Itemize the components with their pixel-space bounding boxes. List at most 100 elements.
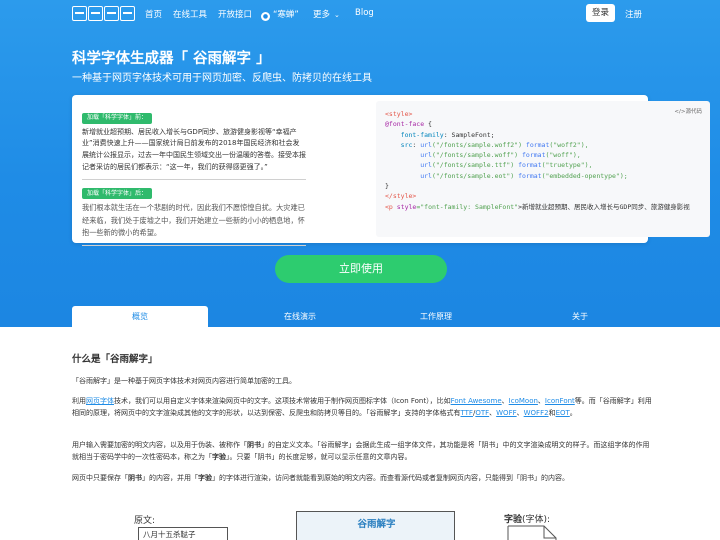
logo-glyph <box>88 6 103 21</box>
code-block: <style> @font-face { font-family: Sample… <box>385 109 690 212</box>
text: 和 <box>548 409 556 417</box>
link-web-font[interactable]: 网页字体 <box>86 397 114 405</box>
nav-online-tools-label: 在线工具 <box>173 10 208 20</box>
code-token: ("woff2"), <box>549 140 589 149</box>
code-token: format <box>518 171 542 180</box>
link-woff2[interactable]: WOFF2 <box>524 409 549 417</box>
diagram-engine-box: 谷雨解字 <box>296 511 455 540</box>
code-token: format <box>525 140 550 149</box>
text: 阴书 <box>128 474 142 482</box>
text: 用户输入需要加密的明文内容，以及用于伪装、被称作「 <box>72 441 247 449</box>
nav-home[interactable]: 首页 <box>145 8 162 20</box>
logo-glyph <box>120 6 135 21</box>
code-token: ("/fonts/sample.woff") <box>431 151 522 160</box>
code-token: src <box>385 140 413 149</box>
code-token: font-family <box>385 130 444 139</box>
code-token: format <box>522 151 546 160</box>
tab-online-demo[interactable]: 在线演示 <box>232 306 368 327</box>
link-woff[interactable]: WOFF <box>496 409 516 417</box>
text: 网页中只要保存「 <box>72 474 128 482</box>
code-token: } <box>385 182 389 191</box>
code-token: ("woff"), <box>545 151 581 160</box>
nav-online-tools[interactable]: 在线工具 <box>173 8 207 20</box>
nav-hanchan-label: “寒蝉” <box>273 10 299 20</box>
logo-glyph <box>72 6 87 21</box>
login-button[interactable]: 登录 <box>586 4 615 22</box>
usage-paragraph: 用户输入需要加密的明文内容，以及用于伪装、被称作「阴书」的自定义文本。「谷雨解字… <box>72 439 652 463</box>
demo-preview: 加载「科学字体」前： 新增就业超预期、居民收入增长与GDP同步、旅游健身影视等“… <box>82 104 364 246</box>
text: 。 <box>569 409 577 417</box>
section-tabs: 概览 在线演示 工作原理 关于 <box>72 306 648 327</box>
text: 、 <box>501 397 509 405</box>
nav-open-api-label: 开放接口 <box>218 10 253 20</box>
site-logo[interactable] <box>72 6 135 22</box>
nav-more-label: 更多 <box>313 10 331 20</box>
code-token: ("embedded-opentype"); <box>541 171 628 180</box>
after-font-tag: 加载「科学字体」后： <box>82 188 153 200</box>
link-font-awesome[interactable]: Font Awesome <box>451 397 502 405</box>
logo-glyph <box>104 6 119 21</box>
page-subtitle: 一种基于网页字体技术可用于网页加密、反爬虫、防拷贝的在线工具 <box>72 73 372 84</box>
text: 、 <box>537 397 545 405</box>
link-iconfont[interactable]: IconFont <box>545 397 575 405</box>
nav-blog-label: Blog <box>355 8 374 18</box>
principle-paragraph: 利用网页字体技术，我们可以用自定义字体来渲染网页中的文字。这项技术常被用于制作网… <box>72 395 652 419</box>
text: 、 <box>516 409 524 417</box>
link-icomoon[interactable]: IcoMoon <box>509 397 538 405</box>
code-token: ="font-family: SampleFont" <box>416 202 519 211</box>
text: 字验 <box>504 515 523 525</box>
tab-overview[interactable]: 概览 <box>72 306 208 327</box>
page-title: 科学字体生成器「 谷雨解字 」 <box>72 51 271 67</box>
plain-sample-text: 新增就业超预期、居民收入增长与GDP同步、旅游健身影视等“幸福产业”消费快速上升… <box>82 127 306 171</box>
nav-blog[interactable]: Blog <box>355 8 374 18</box>
divider <box>82 178 306 180</box>
code-token: <p <box>385 202 397 211</box>
code-token: ("/fonts/sample.eot") <box>431 171 519 180</box>
text: 利用 <box>72 397 86 405</box>
text: (字体): <box>522 515 551 525</box>
tab-about[interactable]: 关于 <box>512 306 648 327</box>
intro-paragraph: 「谷雨解字」是一种基于网页字体技术对网页内容进行简单加密的工具。 <box>72 377 296 385</box>
start-using-button[interactable]: 立即使用 <box>275 255 447 283</box>
text: 字验 <box>212 453 226 461</box>
text: 字验 <box>198 474 212 482</box>
code-token: format <box>518 161 542 170</box>
cicada-icon: ● <box>261 12 270 21</box>
code-token: ("truetype"), <box>541 161 593 170</box>
code-token: @font-face <box>385 120 425 129</box>
link-eot[interactable]: EOT <box>556 409 570 417</box>
code-token: url <box>420 151 432 160</box>
link-otf[interactable]: OTF <box>475 409 489 417</box>
top-nav: 首页 在线工具 开放接口 ● “寒蝉” 更多 ⌄ Blog 登录 注册 <box>0 0 720 28</box>
code-token: : SampleFont; <box>443 130 495 139</box>
code-token: </style> <box>385 192 417 201</box>
text: 阴书 <box>247 441 261 449</box>
chevron-down-icon: ⌄ <box>334 11 340 19</box>
text: 」的内容，并用「 <box>142 474 198 482</box>
text: 」。只要「阴书」的长度足够，就可以显示任意的文章内容。 <box>226 453 412 461</box>
nav-home-label: 首页 <box>145 10 163 20</box>
nav-open-api[interactable]: 开放接口 <box>218 8 252 20</box>
code-token: style <box>396 202 417 211</box>
code-token: ("/fonts/sample.woff2") <box>431 140 526 149</box>
rendered-sample-text: 我们根本就生活在一个悲剧的时代，因此我们不愿惊惶自扰。大灾难已经来临，我们处于废… <box>82 203 305 238</box>
nav-more-dropdown[interactable]: 更多 ⌄ <box>313 8 340 20</box>
code-token: <style> <box>385 110 413 118</box>
diagram-plaintext-value: 八月十五杀鞑子 <box>143 530 196 539</box>
code-token: ("/fonts/sample.ttf") <box>431 161 519 170</box>
demo-card: 加载「科学字体」前： 新增就业超预期、居民收入增长与GDP同步、旅游健身影视等“… <box>72 95 710 246</box>
diagram-plaintext-label: 原文: <box>134 516 156 526</box>
code-token: { <box>424 120 432 129</box>
source-code-panel[interactable]: </>源代码 <style> @font-face { font-family:… <box>376 101 710 237</box>
result-paragraph: 网页中只要保存「阴书」的内容，并用「字验」的字体进行渲染，访问者就能看到原始的明… <box>72 472 652 484</box>
register-link[interactable]: 注册 <box>625 8 642 20</box>
nav-hanchan[interactable]: ● “寒蝉” <box>261 8 299 21</box>
before-font-tag: 加载「科学字体」前： <box>82 112 153 124</box>
tab-how-it-works[interactable]: 工作原理 <box>368 306 504 327</box>
diagram-font-label: 字验(字体): <box>504 512 550 525</box>
link-ttf[interactable]: TTF <box>461 409 473 417</box>
divider <box>82 244 306 246</box>
text: 技术，我们可以用自定义字体来渲染网页中的文字。这项技术常被用于制作网页图标字体（… <box>114 397 451 405</box>
section-heading: 什么是「谷雨解字」 <box>72 354 158 365</box>
code-token: url <box>420 140 432 149</box>
